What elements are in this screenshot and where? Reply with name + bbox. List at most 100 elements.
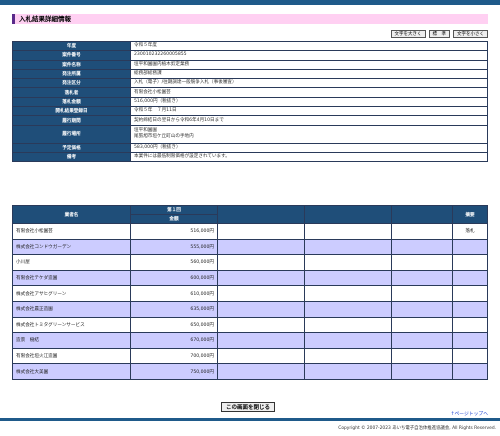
table-row: 有限会社垣火江造園 700,000円 [12, 347, 488, 365]
empty-cell [391, 269, 453, 287]
bidder-name: 株式会社トミタグリーンサービス [12, 316, 131, 334]
table-row: 株式会社農正造園 635,000円 [12, 300, 488, 318]
empty-header [217, 205, 305, 224]
info-row: 案件名称 垣平和園園内植木剪定業務 [12, 59, 488, 70]
table-row: 株式会社アサヒグリーン 610,000円 [12, 285, 488, 302]
info-row: 落札者 有限会社小松園芸 [12, 87, 488, 98]
info-row: 備考 本業件には最低制限価格が設定されています。 [12, 151, 488, 163]
info-value: 総務部総務課 [130, 68, 488, 80]
info-label: 年度 [12, 40, 131, 52]
empty-cell [304, 238, 392, 256]
info-row: 発注所属 総務部総務課 [12, 68, 488, 80]
top-bar [0, 0, 500, 5]
empty-cell [304, 223, 392, 240]
empty-cell [391, 363, 453, 380]
bid-amount: 600,000円 [130, 269, 218, 287]
bid-amount: 610,000円 [130, 285, 218, 302]
info-value: 本業件には最低制限価格が設定されています。 [130, 151, 488, 163]
empty-cell [304, 316, 392, 334]
bid-remark [452, 254, 488, 271]
info-value-line: 入札（電子）/往期調達一般競争入札（事後審査） [134, 80, 237, 86]
table-row: 株式会社コンドウガーデン 555,000円 [12, 238, 488, 256]
empty-cell [217, 238, 305, 256]
bid-amount: 560,000円 [130, 254, 218, 271]
table-row: 株式会社トミタグリーンサービス 650,000円 [12, 316, 488, 334]
bidder-header: 業者名 [12, 205, 131, 224]
info-value-line: 583,000円（税抜き） [134, 144, 181, 150]
info-label: 開札結果登録日 [12, 106, 131, 117]
font-larger-button[interactable]: 文字を大きく [390, 30, 426, 38]
info-label: 履行場所 [12, 124, 131, 144]
info-value: 583,000円（税抜き） [130, 142, 488, 153]
empty-cell [217, 316, 305, 334]
bid-remark [452, 363, 488, 380]
bid-remark [452, 316, 488, 334]
empty-header [391, 205, 453, 224]
table-row: 造景 樹結 670,000円 [12, 332, 488, 349]
copyright: Copyright © 2007-2023 あいち電子自治体推進協議会, All… [338, 426, 496, 431]
info-row: 予定価格 583,000円（税抜き） [12, 142, 488, 153]
bid-amount: 650,000円 [130, 316, 218, 334]
info-value: 垣平和園園内植木剪定業務 [130, 59, 488, 70]
empty-cell [391, 347, 453, 365]
bid-remark [452, 238, 488, 256]
info-value-line: 有限会社小松園芸 [134, 89, 171, 95]
empty-cell [217, 300, 305, 318]
info-value-line: 230010232260005855 [134, 52, 187, 58]
bid-amount: 555,000円 [130, 238, 218, 256]
page-top-link[interactable]: ↑ページトップへ [450, 410, 488, 417]
bid-remark [452, 332, 488, 349]
info-row: 履行期間 契約締結日の翌日から令和6年4月10日まで [12, 115, 488, 126]
empty-cell [391, 238, 453, 256]
info-label: 履行期間 [12, 115, 131, 126]
empty-cell [391, 300, 453, 318]
font-smaller-button[interactable]: 文字を小さく [453, 30, 488, 38]
info-value: 有限会社小松園芸 [130, 87, 488, 98]
remark-header: 摘要 [452, 205, 488, 224]
empty-cell [304, 254, 392, 271]
bid-amount: 750,000円 [130, 363, 218, 380]
info-value-line: 令和５年 ７月11日 [134, 108, 177, 114]
info-value-line: 契約締結日の翌日から令和6年4月10日まで [134, 117, 224, 123]
info-value: 垣平和園園 尾張旭市垣ケ丘町山の手地内 [130, 124, 488, 144]
info-value-line: 令和５年度 [134, 43, 157, 49]
empty-cell [391, 223, 453, 240]
info-table: 年度 令和５年度 案件番号 230010232260005855 案件名称 垣平和園園内植… [12, 40, 488, 163]
info-label: 予定価格 [12, 142, 131, 153]
info-value: 516,000円（税抜き） [130, 96, 488, 108]
empty-header [304, 205, 392, 224]
font-size-controls: 文字を大きく 標 準 文字を小さく [390, 30, 488, 38]
info-value-line: 垣平和園園内植木剪定業務 [134, 61, 190, 67]
info-row: 履行場所 垣平和園園 尾張旭市垣ケ丘町山の手地内 [12, 124, 488, 144]
close-window-button[interactable]: この画面を閉じる [221, 402, 276, 412]
info-label: 発注所属 [12, 68, 131, 80]
info-row: 発注区分 入札（電子）/往期調達一般競争入札（事後審査） [12, 78, 488, 89]
info-label: 発注区分 [12, 78, 131, 89]
bid-amount: 635,000円 [130, 300, 218, 318]
empty-cell [217, 347, 305, 365]
table-row: 有限会社テケダ造園 600,000円 [12, 269, 488, 287]
bidder-name: 有限会社垣火江造園 [12, 347, 131, 365]
info-value-line: 総務部総務課 [134, 71, 162, 77]
bidder-name: 株式会社農正造園 [12, 300, 131, 318]
bid-remark [452, 300, 488, 318]
empty-cell [217, 254, 305, 271]
empty-cell [391, 316, 453, 334]
info-row: 開札結果登録日 令和５年 ７月11日 [12, 106, 488, 117]
empty-cell [304, 347, 392, 365]
bid-amount: 700,000円 [130, 347, 218, 365]
empty-cell [391, 254, 453, 271]
empty-cell [217, 332, 305, 349]
amount-header: 金額 [130, 214, 218, 224]
bottom-bar [0, 418, 500, 421]
empty-cell [217, 363, 305, 380]
bidder-name: 造景 樹結 [12, 332, 131, 349]
info-value-line: 516,000円（税抜き） [134, 98, 181, 104]
bidder-name: 株式会社コンドウガーデン [12, 238, 131, 256]
font-standard-button[interactable]: 標 準 [428, 30, 450, 38]
info-value-line: 尾張旭市垣ケ丘町山の手地内 [134, 134, 194, 140]
info-row: 落札金額 516,000円（税抜き） [12, 96, 488, 108]
bid-remark [452, 347, 488, 365]
info-label: 落札金額 [12, 96, 131, 108]
table-row: 有限会社小松園芸 516,000円 落札 [12, 223, 488, 240]
